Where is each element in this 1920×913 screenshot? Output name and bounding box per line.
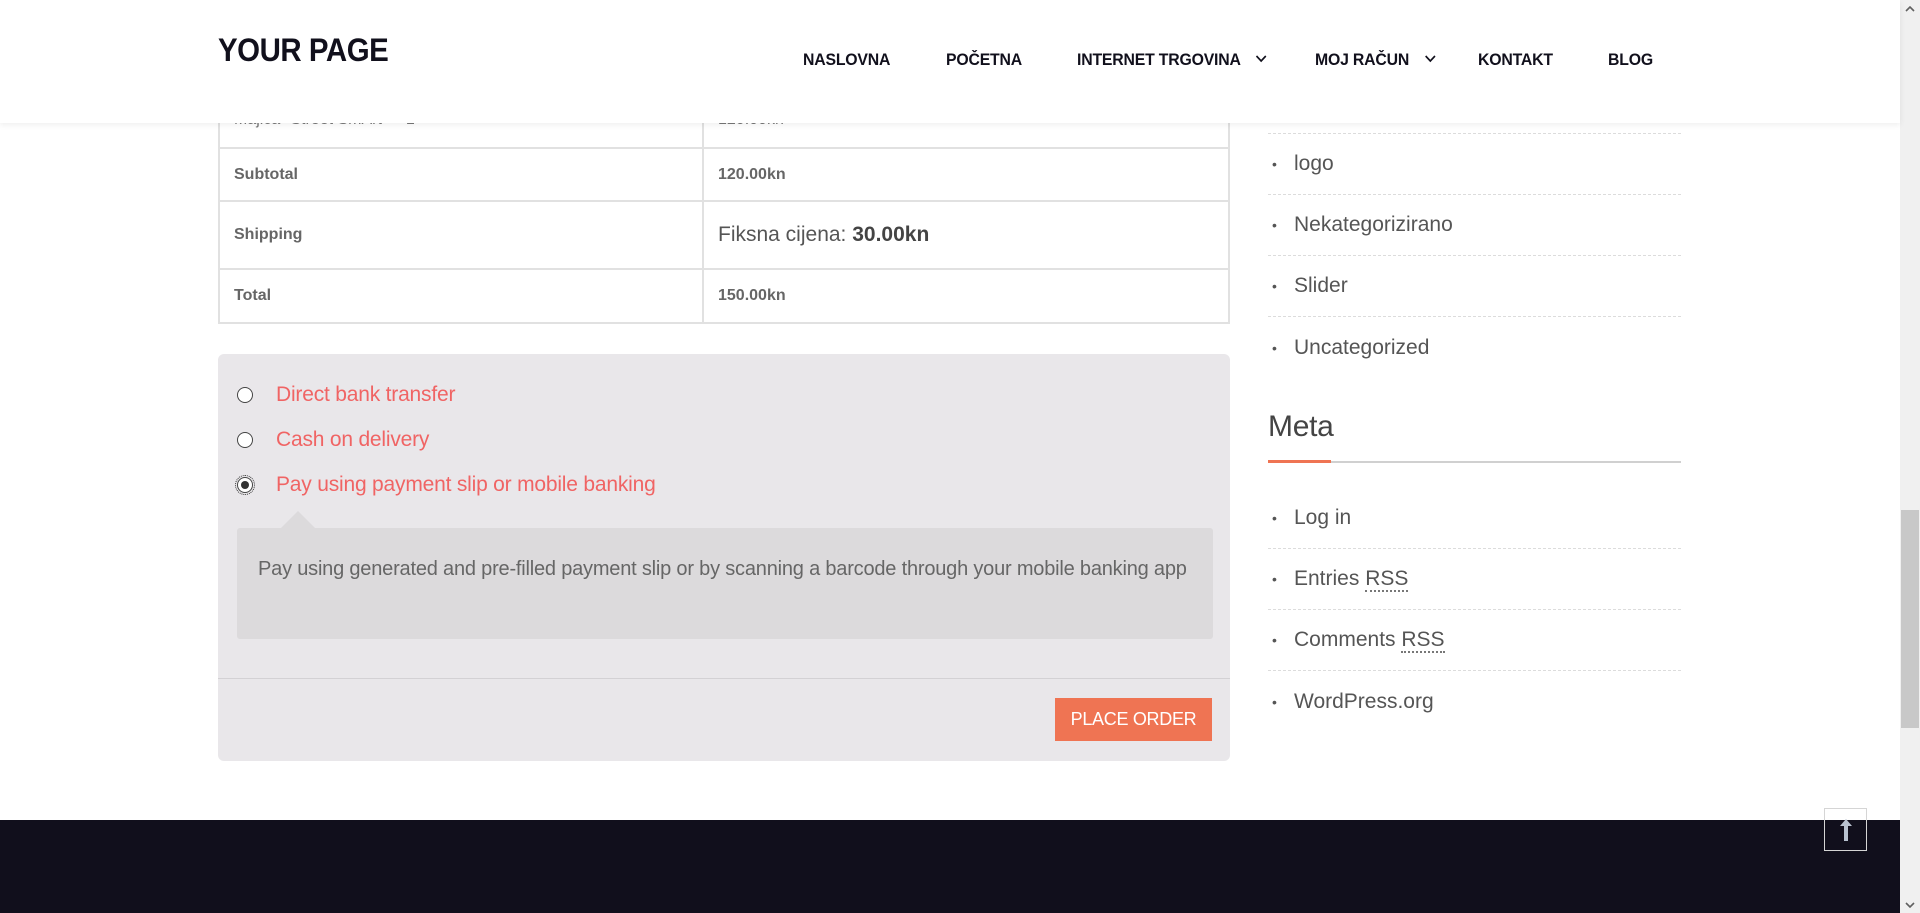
table-row-total: Total 150.00kn xyxy=(218,268,1230,324)
shipping-amount: 30.00kn xyxy=(852,223,930,246)
payment-option-label[interactable]: Pay using payment slip or mobile banking xyxy=(276,473,656,497)
radio-payment-slip[interactable] xyxy=(235,475,255,495)
bullet-icon: • xyxy=(1272,217,1277,233)
meta-widget-title: Meta xyxy=(1268,410,1334,443)
nav-label: KONTAKT xyxy=(1478,50,1553,69)
bullet-icon: • xyxy=(1272,693,1277,710)
payment-methods-box: Direct bank transfer Cash on delivery Pa… xyxy=(218,354,1230,761)
nav-item-blog[interactable]: BLOG xyxy=(1608,50,1653,70)
nav-item-naslovna[interactable]: NASLOVNA xyxy=(803,50,890,70)
meta-link[interactable]: Entries RSS xyxy=(1294,567,1409,592)
total-label: Total xyxy=(218,268,704,324)
nav-label: BLOG xyxy=(1608,50,1653,69)
total-value: 150.00kn xyxy=(702,268,1230,324)
scroll-down-arrow-icon[interactable] xyxy=(1900,896,1920,913)
categories-list: • logo • Nekategorizirano • Slider • Unc… xyxy=(1268,133,1681,378)
site-header: YOUR PAGE NASLOVNA POČETNA INTERNET TRGO… xyxy=(0,0,1900,123)
nav-item-moj-racun[interactable]: MOJ RAČUN xyxy=(1315,50,1436,70)
chevron-down-icon[interactable] xyxy=(1424,51,1436,66)
rss-abbr: RSS xyxy=(1365,567,1409,592)
nav-item-pocetna[interactable]: POČETNA xyxy=(946,50,1022,70)
table-row-shipping: Shipping Fiksna cijena: 30.00kn xyxy=(218,200,1230,270)
category-link[interactable]: Slider xyxy=(1294,274,1348,298)
radio-cash-on-delivery[interactable] xyxy=(237,432,253,448)
meta-title-underline xyxy=(1268,460,1681,463)
meta-item-log-in[interactable]: • Log in xyxy=(1268,488,1681,549)
place-order-button[interactable]: PLACE ORDER xyxy=(1055,698,1212,741)
payment-option-cash-on-delivery[interactable]: Cash on delivery xyxy=(237,426,429,454)
meta-item-comments-rss[interactable]: • Comments RSS xyxy=(1268,610,1681,671)
radio-bank-transfer[interactable] xyxy=(237,387,253,403)
nav-label: MOJ RAČUN xyxy=(1315,50,1410,69)
payment-option-label[interactable]: Cash on delivery xyxy=(276,428,429,452)
accent-bar xyxy=(1268,460,1331,463)
meta-link[interactable]: WordPress.org xyxy=(1294,690,1434,714)
payment-method-description: Pay using generated and pre-filled payme… xyxy=(237,511,1213,639)
arrow-up-icon xyxy=(1839,818,1853,842)
nav-item-internet-trgovina[interactable]: INTERNET TRGOVINA xyxy=(1077,50,1267,70)
payment-option-bank-transfer[interactable]: Direct bank transfer xyxy=(237,381,455,409)
category-link[interactable]: logo xyxy=(1294,152,1334,176)
category-item-logo[interactable]: • logo xyxy=(1268,134,1681,195)
nav-label: INTERNET TRGOVINA xyxy=(1077,50,1241,69)
meta-links-list: • Log in • Entries RSS • Comments RSS • … xyxy=(1268,488,1681,732)
payment-option-payment-slip[interactable]: Pay using payment slip or mobile banking xyxy=(235,471,656,499)
bullet-icon: • xyxy=(1272,278,1277,294)
scroll-to-top-button[interactable] xyxy=(1824,808,1867,851)
main-nav: NASLOVNA POČETNA INTERNET TRGOVINA MOJ R… xyxy=(0,50,1900,74)
meta-link[interactable]: Log in xyxy=(1294,506,1351,530)
rss-abbr: RSS xyxy=(1401,628,1445,653)
divider xyxy=(218,678,1230,679)
category-link[interactable]: Nekategorizirano xyxy=(1294,213,1453,237)
meta-link[interactable]: Comments RSS xyxy=(1294,628,1445,653)
bullet-icon: • xyxy=(1272,156,1277,172)
category-item-nekategorizirano[interactable]: • Nekategorizirano xyxy=(1268,195,1681,256)
meta-link-text: Comments xyxy=(1294,628,1402,651)
scroll-up-arrow-icon[interactable] xyxy=(1900,0,1920,17)
nav-label: NASLOVNA xyxy=(803,50,891,69)
shipping-value: Fiksna cijena: 30.00kn xyxy=(702,200,1230,270)
category-item-uncategorized[interactable]: • Uncategorized xyxy=(1268,317,1681,378)
nav-item-kontakt[interactable]: KONTAKT xyxy=(1478,50,1553,70)
category-item-slider[interactable]: • Slider xyxy=(1268,256,1681,317)
bullet-icon: • xyxy=(1272,571,1277,587)
category-link[interactable]: Uncategorized xyxy=(1294,336,1429,360)
order-review-table: Majica "Street SmArt" × 1 120.00kn Subto… xyxy=(218,90,1230,324)
payment-option-label[interactable]: Direct bank transfer xyxy=(276,383,455,407)
bullet-icon: • xyxy=(1272,510,1277,526)
nav-label: POČETNA xyxy=(946,50,1022,69)
meta-item-entries-rss[interactable]: • Entries RSS xyxy=(1268,549,1681,610)
bullet-icon: • xyxy=(1272,632,1277,648)
table-row-subtotal: Subtotal 120.00kn xyxy=(218,147,1230,202)
meta-item-wordpress-org[interactable]: • WordPress.org xyxy=(1268,671,1681,732)
shipping-label: Shipping xyxy=(218,200,704,270)
shipping-method: Fiksna cijena: xyxy=(718,223,853,246)
meta-link-text: Entries xyxy=(1294,567,1366,590)
subtotal-label: Subtotal xyxy=(218,147,704,202)
subtotal-value: 120.00kn xyxy=(702,147,1230,202)
scrollbar-thumb[interactable] xyxy=(1901,510,1919,728)
bullet-icon: • xyxy=(1272,339,1277,356)
site-footer xyxy=(0,820,1900,913)
page-scrollbar[interactable] xyxy=(1900,0,1920,913)
chevron-down-icon[interactable] xyxy=(1255,51,1267,66)
